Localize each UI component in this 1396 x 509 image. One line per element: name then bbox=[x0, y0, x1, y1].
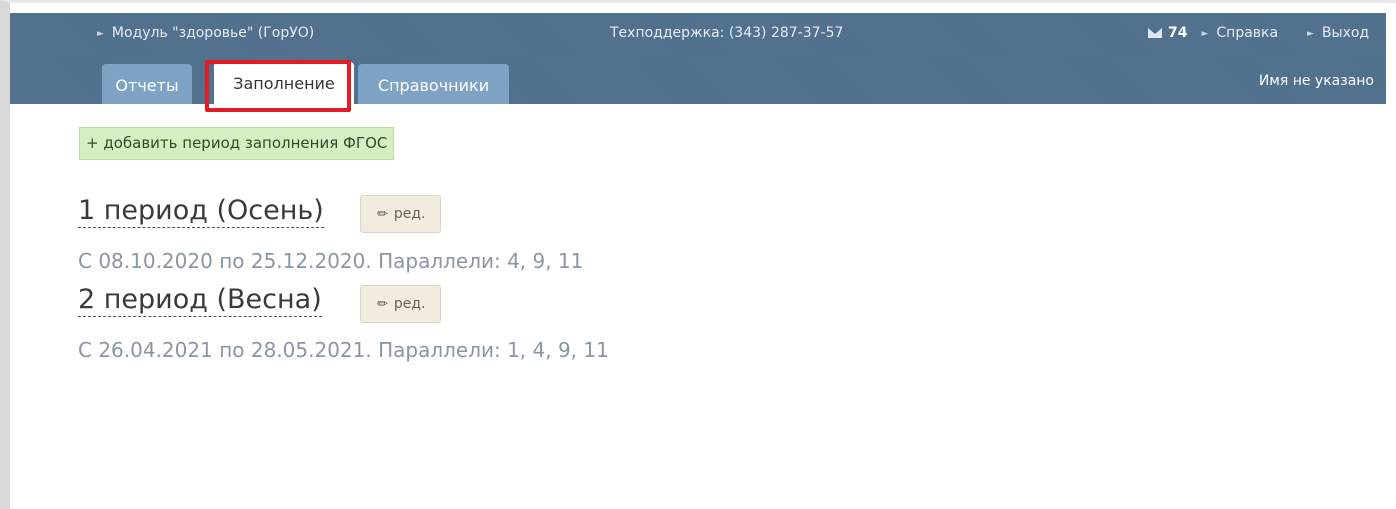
arrow-right-icon: ► bbox=[1201, 29, 1209, 39]
envelope-icon bbox=[1148, 28, 1162, 38]
pencil-icon: ✏ bbox=[377, 207, 388, 222]
edit-label: ред. bbox=[393, 206, 426, 222]
tab-highlight-box bbox=[205, 60, 351, 112]
pencil-icon: ✏ bbox=[377, 297, 388, 312]
arrow-right-icon: ► bbox=[97, 29, 104, 39]
period-dates: С 08.10.2020 по 25.12.2020. Параллели: 4… bbox=[78, 249, 584, 273]
period-title[interactable]: 2 период (Весна) bbox=[78, 284, 322, 317]
edit-period-button[interactable]: ✏ ред. bbox=[360, 195, 441, 233]
tab-reports[interactable]: Отчеты bbox=[102, 64, 192, 104]
edit-label: ред. bbox=[393, 296, 426, 312]
logout-link[interactable]: ► Выход bbox=[1307, 25, 1369, 41]
support-phone: Техподдержка: (343) 287-37-57 bbox=[610, 25, 844, 41]
mail-count: 74 bbox=[1168, 25, 1188, 41]
edit-period-button[interactable]: ✏ ред. bbox=[360, 285, 441, 323]
module-link[interactable]: ► Модуль "здоровье" (ГорУО) bbox=[97, 25, 314, 41]
user-name[interactable]: Имя не указано bbox=[1259, 73, 1374, 89]
help-link[interactable]: Справка bbox=[1216, 25, 1278, 41]
module-label: Модуль "здоровье" (ГорУО) bbox=[111, 25, 315, 41]
period-dates: С 26.04.2021 по 28.05.2021. Параллели: 1… bbox=[78, 338, 609, 362]
arrow-right-icon: ► bbox=[1307, 29, 1314, 39]
tab-references[interactable]: Справочники bbox=[358, 64, 509, 104]
top-bar: ► Модуль "здоровье" (ГорУО) Техподдержка:… bbox=[10, 13, 1386, 56]
period-title[interactable]: 1 период (Осень) bbox=[78, 195, 324, 228]
mail-link[interactable]: 74 ► Справка bbox=[1148, 25, 1278, 41]
add-period-button[interactable]: + добавить период заполнения ФГОС bbox=[79, 127, 395, 160]
logout-label: Выход bbox=[1321, 25, 1370, 41]
